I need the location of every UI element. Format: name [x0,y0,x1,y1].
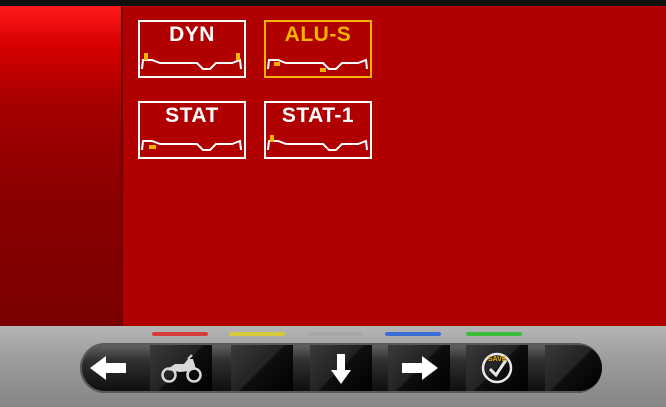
function-toolbar: SAVE [0,326,666,407]
rim-profile-icon [267,58,368,72]
indicator-gray [307,332,363,336]
back-button[interactable] [80,345,142,391]
down-button[interactable] [310,345,372,391]
indicator-red [152,332,208,336]
arrow-down-icon [331,354,351,384]
rim-profile-icon [141,139,242,151]
forward-button[interactable] [388,345,450,391]
rim-profile-icon [141,53,242,70]
rim-profile-icon [267,135,368,151]
motorbike-mode-button[interactable] [150,345,212,391]
weight-marker-inner [274,62,280,66]
save-check-icon: SAVE [481,352,513,384]
indicator-green [466,332,522,336]
indicator-blue [385,332,441,336]
mode-stat-1[interactable]: STAT-1 [264,101,372,159]
wheel-balancer-screen: DYN ALU-S STAT STAT-1 SAVE [0,0,666,407]
weight-marker-outer [236,53,240,60]
indicator-yellow [229,332,285,336]
mode-alu-s[interactable]: ALU-S [264,20,372,78]
blank-button-1[interactable] [231,345,293,391]
blank-button-2[interactable] [545,345,602,391]
arrow-right-icon [402,356,438,380]
mode-dyn[interactable]: DYN [138,20,246,78]
weight-marker [149,145,156,149]
motorbike-icon [161,354,202,383]
save-button[interactable]: SAVE [466,345,528,391]
weight-marker-inner [144,53,148,60]
left-side-panel [0,6,123,326]
weight-marker [270,135,274,142]
arrow-left-icon [90,356,126,380]
mode-stat[interactable]: STAT [138,101,246,159]
weight-marker-outer [320,68,326,72]
save-text: SAVE [488,356,507,363]
balancing-mode-area: DYN ALU-S STAT STAT-1 [123,6,666,326]
